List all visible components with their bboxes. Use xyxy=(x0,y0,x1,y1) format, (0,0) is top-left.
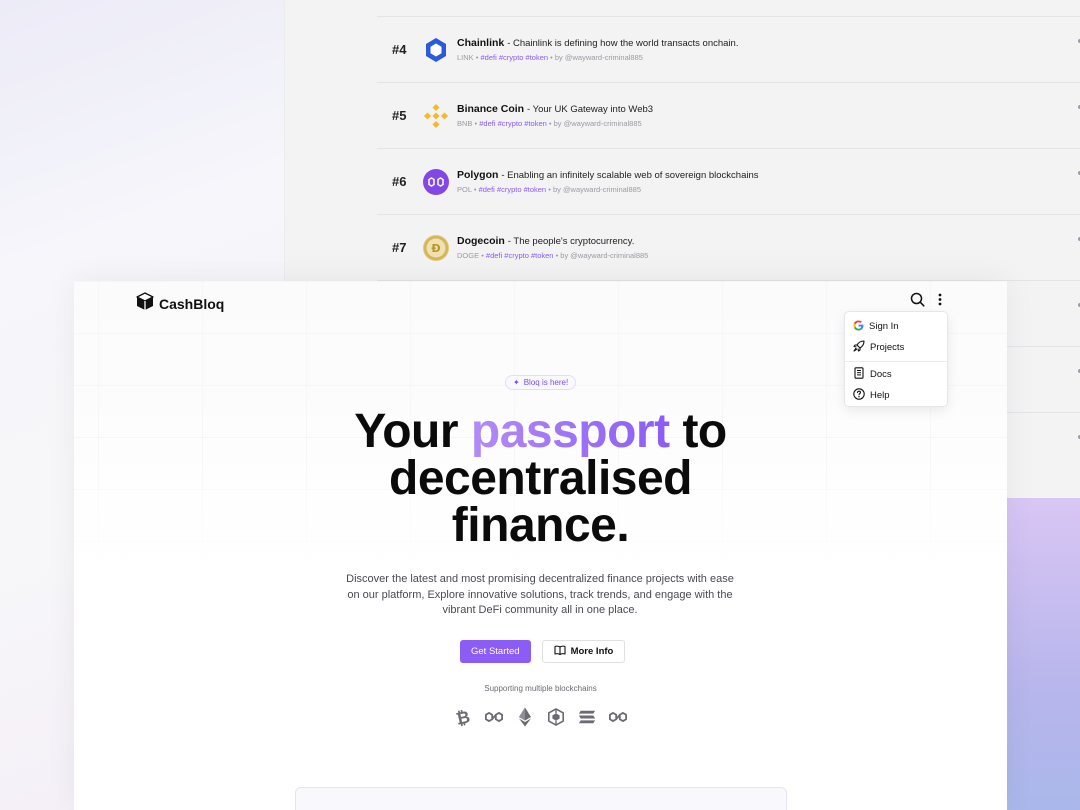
more-info-button[interactable]: More Info xyxy=(541,640,626,663)
project-tags[interactable]: #defi #crypto #token xyxy=(481,53,549,62)
dogecoin-icon: Ð xyxy=(423,234,449,261)
project-tags[interactable]: #defi #crypto #token xyxy=(479,119,547,128)
book-icon xyxy=(554,645,566,658)
menu-item-label: Docs xyxy=(870,369,892,380)
rank-number: #7 xyxy=(392,240,407,255)
polygon-icon xyxy=(609,707,627,727)
backdrop-right-gradient xyxy=(1007,498,1080,810)
ethereum-icon xyxy=(516,707,534,727)
vertical-dots-icon xyxy=(938,293,942,311)
solana-icon xyxy=(578,707,596,727)
project-author[interactable]: by @wayward-criminal885 xyxy=(554,119,642,128)
project-symbol: LINK xyxy=(457,53,474,62)
project-symbol: BNB xyxy=(457,119,473,128)
preview-card xyxy=(295,787,787,810)
meta-separator: • xyxy=(473,185,477,194)
chain-list: ₿ xyxy=(454,707,627,727)
project-name[interactable]: Dogecoin xyxy=(457,235,505,247)
project-name[interactable]: Chainlink xyxy=(457,37,504,49)
rank-number: #4 xyxy=(392,42,407,57)
google-icon xyxy=(853,320,864,334)
project-author[interactable]: by @wayward-criminal885 xyxy=(553,185,641,194)
table-row[interactable]: #4 Chainlink - Chainlink is defining how… xyxy=(377,16,1080,82)
help-circle-icon xyxy=(853,388,865,403)
menu-divider xyxy=(845,361,947,362)
project-name[interactable]: Binance Coin xyxy=(457,103,524,115)
project-author[interactable]: by @wayward-criminal885 xyxy=(555,53,643,62)
brand-logo[interactable]: CashBloq xyxy=(136,292,224,316)
bitcoin-icon: ₿ xyxy=(454,707,472,727)
menu-item-docs[interactable]: Docs xyxy=(845,364,947,385)
polygon-icon xyxy=(423,168,449,195)
meta-separator: • xyxy=(548,119,552,128)
landing-window: CashBloq Sign In Projects Docs Help ✦ Bl… xyxy=(74,281,1007,810)
bnb-icon xyxy=(547,707,565,727)
sparkle-icon: ✦ xyxy=(513,378,520,387)
headline-word: to xyxy=(682,405,727,458)
project-description: - Chainlink is defining how the world tr… xyxy=(507,38,739,49)
announcement-badge[interactable]: ✦ Bloq is here! xyxy=(505,375,577,390)
project-description: - Enabling an infinitely scalable web of… xyxy=(501,170,759,181)
meta-separator: • xyxy=(475,53,479,62)
search-icon xyxy=(910,292,925,312)
search-button[interactable] xyxy=(908,292,926,312)
document-icon xyxy=(853,367,865,382)
headline-line: decentralised xyxy=(389,452,692,505)
rocket-icon xyxy=(853,340,865,355)
header-actions xyxy=(908,292,949,312)
meta-separator: • xyxy=(548,185,551,194)
table-row[interactable]: #7 Ð Dogecoin - The people's cryptocurre… xyxy=(377,214,1080,280)
headline-line: finance. xyxy=(451,499,630,552)
rank-number: #5 xyxy=(392,108,407,123)
project-description: - The people's cryptocurrency. xyxy=(507,236,635,247)
svg-text:Ð: Ð xyxy=(431,242,440,255)
hero-subtext: Discover the latest and most promising d… xyxy=(346,573,734,616)
project-symbol: DOGE xyxy=(457,251,480,260)
polygon-icon xyxy=(485,707,503,727)
cube-icon xyxy=(136,292,154,316)
project-description: - Your UK Gateway into Web3 xyxy=(527,104,654,115)
menu-item-help[interactable]: Help xyxy=(845,385,947,406)
project-symbol: POL xyxy=(457,185,472,194)
project-tags[interactable]: #defi #crypto #token xyxy=(479,185,547,194)
menu-item-projects[interactable]: Projects xyxy=(845,337,947,358)
svg-text:₿: ₿ xyxy=(455,708,471,727)
cta-group: Get Started More Info xyxy=(460,640,626,663)
headline-word: Your xyxy=(354,405,459,458)
menu-item-sign-in[interactable]: Sign In xyxy=(845,316,947,337)
brand-name: CashBloq xyxy=(159,296,225,312)
menu-item-label: Help xyxy=(870,390,890,401)
get-started-button[interactable]: Get Started xyxy=(460,640,531,663)
meta-separator: • xyxy=(550,53,553,62)
meta-separator: • xyxy=(481,251,484,260)
menu-item-label: Sign In xyxy=(869,321,899,332)
badge-text: Bloq is here! xyxy=(523,378,569,387)
rank-number: #6 xyxy=(392,174,407,189)
headline-accent: passport xyxy=(470,405,670,458)
dropdown-menu: Sign In Projects Docs Help xyxy=(844,311,948,407)
meta-separator: • xyxy=(555,251,559,260)
table-row[interactable]: #5 Binance Coin - Your UK Gateway into W… xyxy=(377,82,1080,148)
project-name[interactable]: Polygon xyxy=(457,169,498,181)
binance-icon xyxy=(423,103,449,129)
table-row[interactable]: #6 Polygon - Enabling an infinitely scal… xyxy=(377,148,1080,214)
menu-item-label: Projects xyxy=(870,342,905,353)
chainlink-icon xyxy=(423,37,449,63)
project-tags[interactable]: #defi #crypto #token xyxy=(486,251,554,260)
more-info-label: More Info xyxy=(570,646,614,657)
hero-headline: Your passport to decentralised finance. xyxy=(74,405,1007,552)
project-author[interactable]: by @wayward-criminal885 xyxy=(560,251,648,260)
meta-separator: • xyxy=(474,119,478,128)
support-label: Supporting multiple blockchains xyxy=(484,684,597,693)
more-menu-button[interactable] xyxy=(931,293,949,311)
